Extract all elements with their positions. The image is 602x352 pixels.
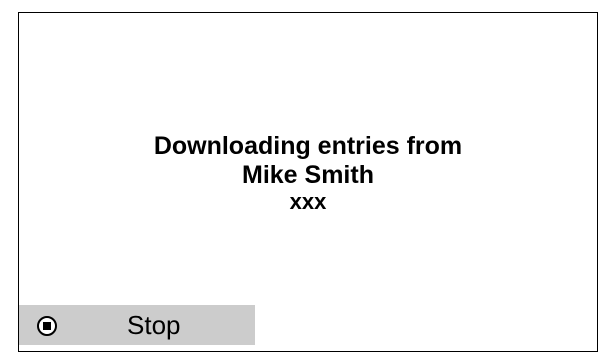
- stop-icon: [37, 316, 57, 336]
- stop-softkey-label: Stop: [127, 310, 181, 340]
- status-text-line: Downloading entries from: [153, 132, 463, 160]
- phone-screen: Downloading entries from Mike Smith xxx …: [18, 12, 598, 352]
- stop-softkey-button[interactable]: Stop: [19, 305, 255, 345]
- contact-number: xxx: [289, 189, 327, 214]
- contact-name: Mike Smith: [242, 161, 374, 189]
- download-status-message: Downloading entries from Mike Smith xxx: [19, 132, 597, 214]
